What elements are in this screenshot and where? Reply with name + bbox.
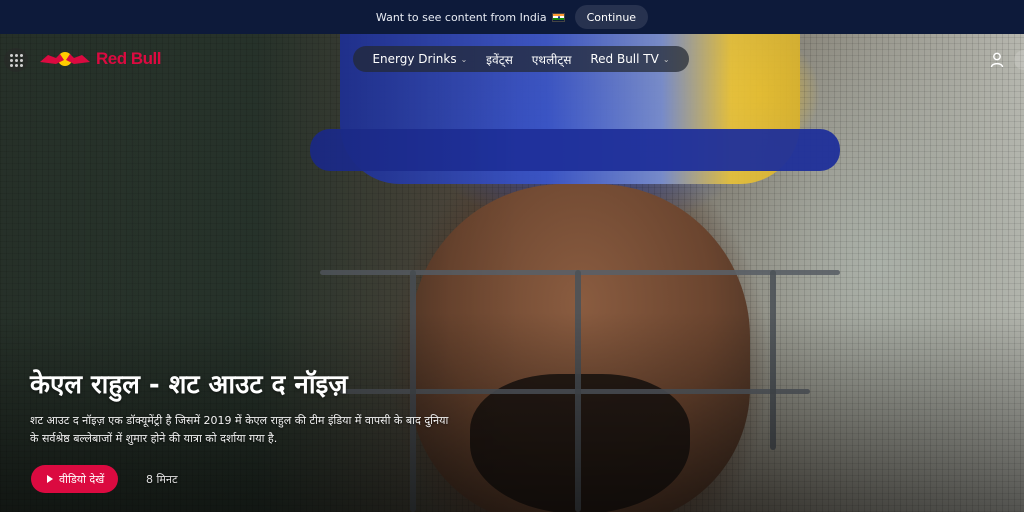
nav-item-energy-drinks[interactable]: Energy Drinks ⌄ xyxy=(372,52,467,66)
logo-wordmark: Red Bull xyxy=(96,49,161,68)
geo-message-text: Want to see content from India xyxy=(375,10,547,24)
video-duration: 8 मिनट xyxy=(146,473,178,486)
chevron-down-icon: ⌄ xyxy=(460,54,468,64)
nav-item-red-bull-tv[interactable]: Red Bull TV ⌄ xyxy=(590,52,669,66)
india-flag-icon xyxy=(551,12,565,22)
nav-item-athletes[interactable]: एथलीट्स xyxy=(532,51,572,68)
red-bull-logo[interactable]: Red Bull xyxy=(38,47,161,71)
continue-button[interactable]: Continue xyxy=(574,5,649,29)
nav-item-label: Energy Drinks xyxy=(372,52,457,66)
main-nav: Energy Drinks ⌄ इवेंट्स एथलीट्स Red Bull… xyxy=(353,46,689,72)
nav-item-label: Red Bull TV xyxy=(590,52,659,66)
geo-banner: Want to see content from India Continue xyxy=(0,0,1024,34)
hero-title: केएल राहुल - शट आउट द नॉइज़ xyxy=(30,370,348,400)
play-icon xyxy=(47,475,53,483)
nav-item-label: इवेंट्स xyxy=(486,52,513,67)
hero-description: शट आउट द नॉइज़ एक डॉक्यूमेंट्री है जिसमे… xyxy=(30,414,449,445)
bull-logo-icon xyxy=(40,52,90,66)
chevron-down-icon: ⌄ xyxy=(662,54,670,64)
watch-video-label: वीडियो देखें xyxy=(59,472,105,486)
user-icon[interactable] xyxy=(990,52,1004,68)
apps-grid-icon[interactable] xyxy=(4,48,28,72)
nav-item-events[interactable]: इवेंट्स xyxy=(486,51,513,68)
watch-video-button[interactable]: वीडियो देखें xyxy=(31,465,119,493)
nav-item-label: एथलीट्स xyxy=(531,52,572,67)
geo-message: Want to see content from India xyxy=(376,11,565,24)
